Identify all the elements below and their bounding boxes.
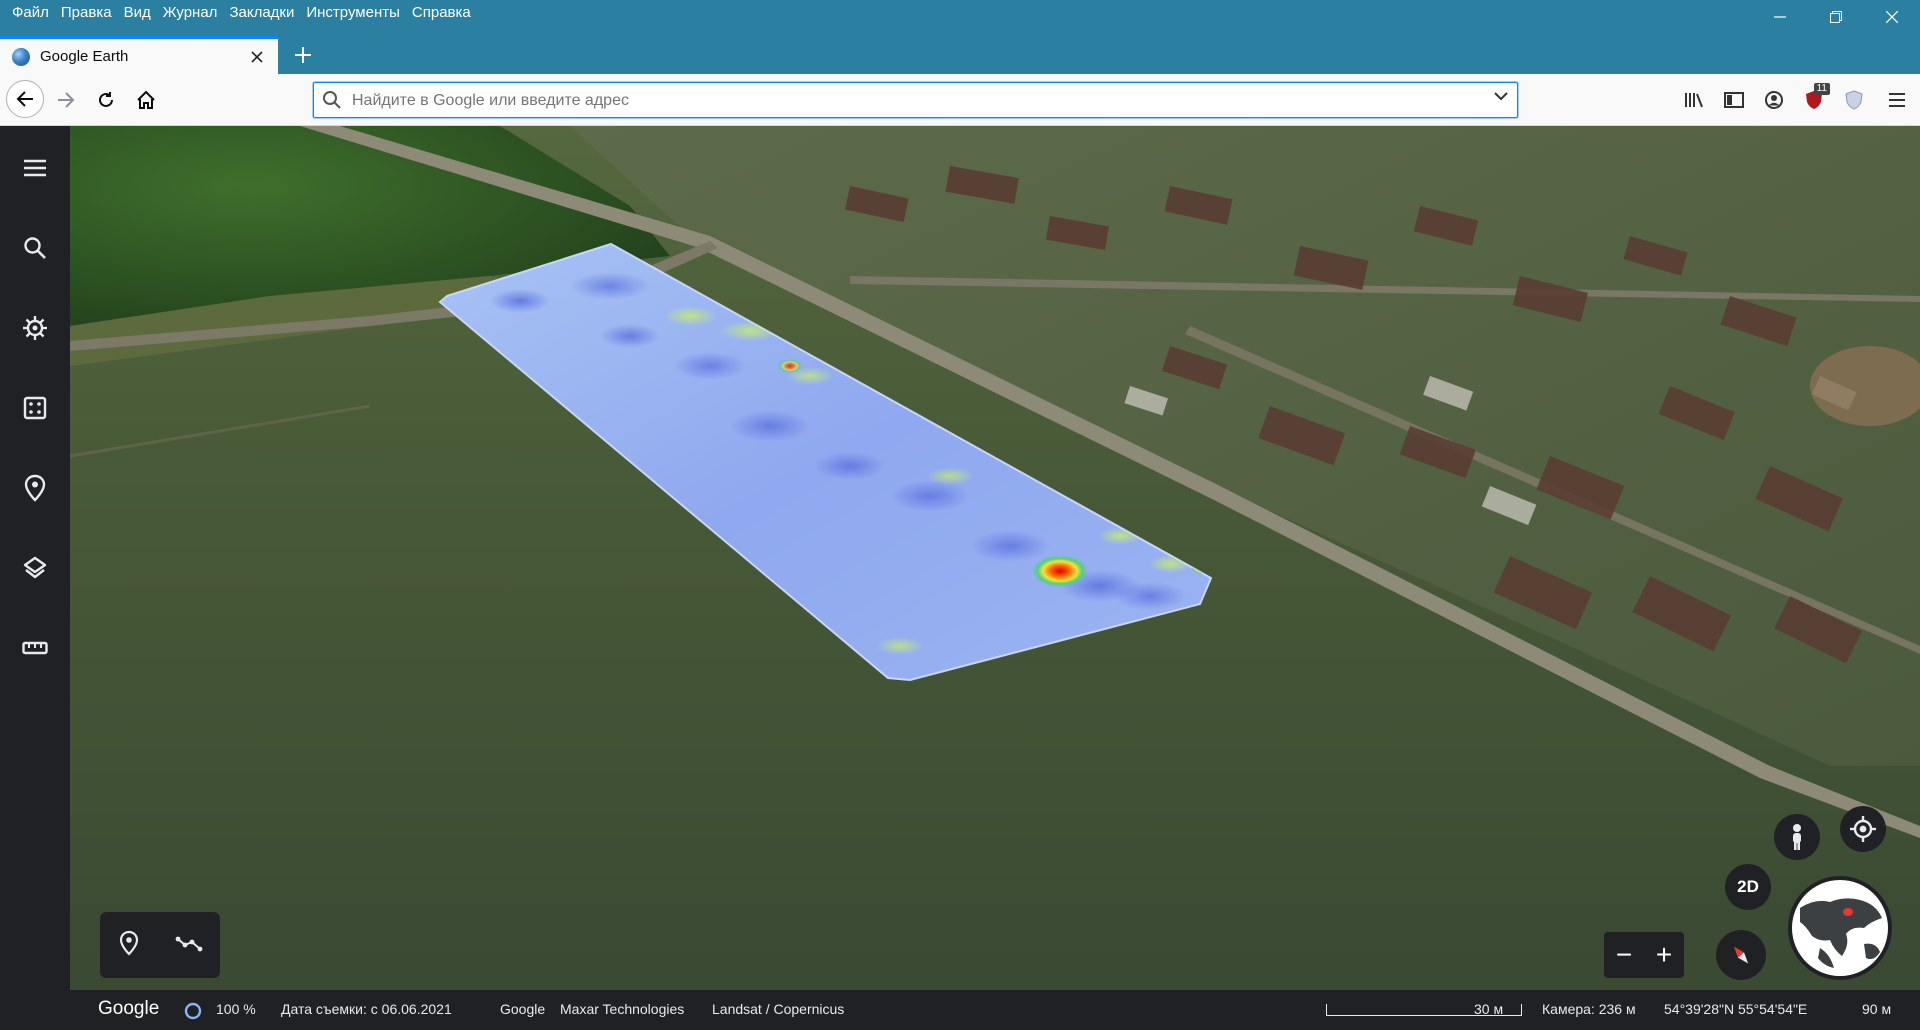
layers-icon [23,556,47,579]
tab-strip: Google Earth [0,28,1920,74]
path-icon [175,936,202,951]
draw-tools-panel [100,912,220,978]
menu-icon [24,159,46,177]
reload-icon [99,92,113,107]
close-icon [251,50,263,63]
forward-button[interactable] [48,82,84,118]
address-input[interactable] [350,83,1474,119]
tab-close-button[interactable] [244,44,270,70]
zoom-out-button[interactable]: − [1604,932,1644,978]
close-icon [1886,11,1898,23]
earth-search-button[interactable] [0,218,70,278]
toggle-2d-button[interactable]: 2D [1725,864,1771,910]
dice-icon [23,396,47,420]
search-icon [24,237,46,259]
navigation-bar: 11 [0,74,1920,126]
my-location-button[interactable] [1840,806,1886,852]
extension-badge: 11 [1813,83,1830,95]
menu-bar: Файл Правка Вид Журнал Закладки Инструме… [0,0,1920,28]
pegman-icon [1793,824,1801,850]
reload-button[interactable] [88,82,124,118]
new-tab-button[interactable] [286,38,320,72]
compass-button[interactable] [1716,930,1766,980]
browser-toolbar: 11 [1674,82,1920,118]
projects-button[interactable] [0,458,70,518]
menu-history[interactable]: Журнал [157,2,224,24]
tab-title: Google Earth [40,48,129,65]
credit-landsat[interactable]: Landsat / Copernicus [712,1001,844,1017]
draw-path-button[interactable] [175,933,203,958]
satellite-imagery [70,126,1920,990]
ruler-icon [22,641,48,655]
plus-icon [295,47,311,63]
globe-icon [1792,880,1888,976]
feeling-lucky-button[interactable] [0,378,70,438]
scale-label: 30 м [1474,1001,1504,1017]
menu: Файл Правка Вид Журнал Закладки Инструме… [6,2,477,24]
measure-button[interactable] [0,618,70,678]
earth-3d-view[interactable] [70,126,1920,990]
loading-percent: 100 % [216,1001,256,1017]
google-logo: Google [98,998,160,1019]
loading-ring-icon [184,1002,202,1020]
tab-google-earth[interactable]: Google Earth [0,36,278,74]
map-style-button[interactable] [0,538,70,598]
library-button[interactable] [1674,82,1714,118]
menu-file[interactable]: Файл [6,2,55,24]
library-icon [1685,93,1703,108]
app-menu-button[interactable] [1874,82,1920,118]
zoom-controls: − + [1604,932,1684,978]
add-placemark-button[interactable] [118,930,140,961]
restore-icon [1830,11,1842,23]
arrow-right-icon [58,92,75,108]
earth-status-bar: Google 100 % Дата съемки: с 06.06.2021 G… [70,990,1920,1030]
elevation: 90 м [1862,1001,1892,1017]
chevron-down-icon [1494,92,1508,101]
menu-bookmarks[interactable]: Закладки [223,2,300,24]
voyager-button[interactable] [0,298,70,358]
home-icon [137,90,155,109]
earth-sidebar [0,126,70,1030]
shield-outline-icon [1845,90,1863,110]
location-pin-icon [24,474,46,502]
menu-edit[interactable]: Правка [55,2,118,24]
url-dropdown-button[interactable] [1493,88,1509,109]
menu-view[interactable]: Вид [118,2,157,24]
hamburger-menu-icon [1889,93,1905,107]
pegman-button[interactable] [1774,814,1820,860]
search-icon [323,91,341,109]
crosshair-icon [1850,816,1876,842]
privacy-extension-button[interactable] [1834,82,1874,118]
sidebar-toggle-button[interactable] [1714,82,1754,118]
url-bar[interactable] [313,82,1518,119]
credit-google[interactable]: Google [500,1001,545,1017]
minimize-icon [1774,16,1786,18]
credit-maxar[interactable]: Maxar Technologies [560,1001,684,1017]
cursor-coordinates: 54°39'28"N 55°54'54"E [1664,1001,1808,1017]
arrow-left-icon [16,91,33,107]
sidebar-icon [1724,92,1744,108]
menu-tools[interactable]: Инструменты [300,2,406,24]
window-controls [1752,0,1920,28]
home-button[interactable] [128,82,164,118]
back-button[interactable] [6,80,44,118]
imagery-date: Дата съемки: с 06.06.2021 [281,1001,452,1017]
google-earth-favicon-icon [12,47,30,66]
earth-menu-button[interactable] [0,138,70,198]
camera-altitude: Камера: 236 м [1542,1001,1636,1017]
account-button[interactable] [1754,82,1794,118]
menu-help[interactable]: Справка [406,2,477,24]
voyager-icon [23,316,47,340]
compass-icon [1733,946,1749,964]
account-icon [1765,91,1783,109]
globe-minimap[interactable] [1790,878,1890,978]
placemark-icon [119,930,138,956]
ublock-extension-button[interactable]: 11 [1794,82,1834,118]
zoom-in-button[interactable]: + [1644,932,1684,978]
